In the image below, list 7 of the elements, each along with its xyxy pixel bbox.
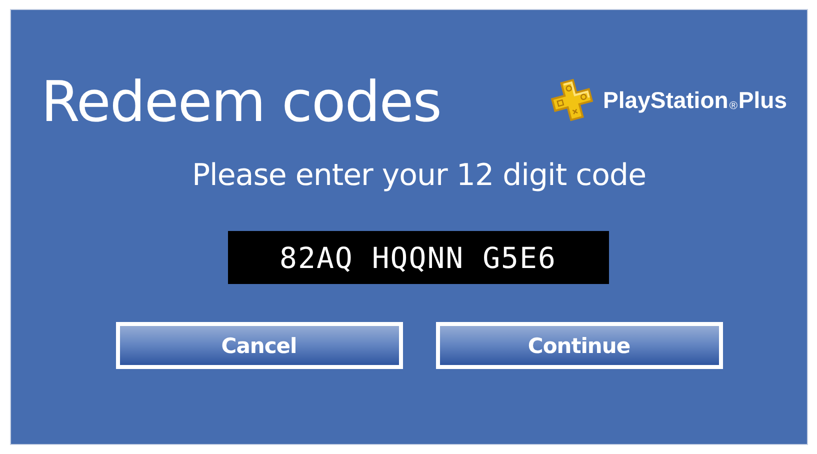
cancel-button[interactable]: Cancel	[116, 322, 402, 369]
dialog-title: Redeem codes	[41, 72, 441, 134]
plus-logo-icon	[549, 77, 596, 123]
code-prompt: Please enter your 12 digit code	[192, 158, 646, 193]
brand-name: PlayStation$_{®}$Plus	[603, 86, 787, 114]
continue-button[interactable]: Continue	[436, 322, 722, 369]
code-input-field[interactable]: 82AQ HQQNN G5E6	[228, 231, 608, 284]
